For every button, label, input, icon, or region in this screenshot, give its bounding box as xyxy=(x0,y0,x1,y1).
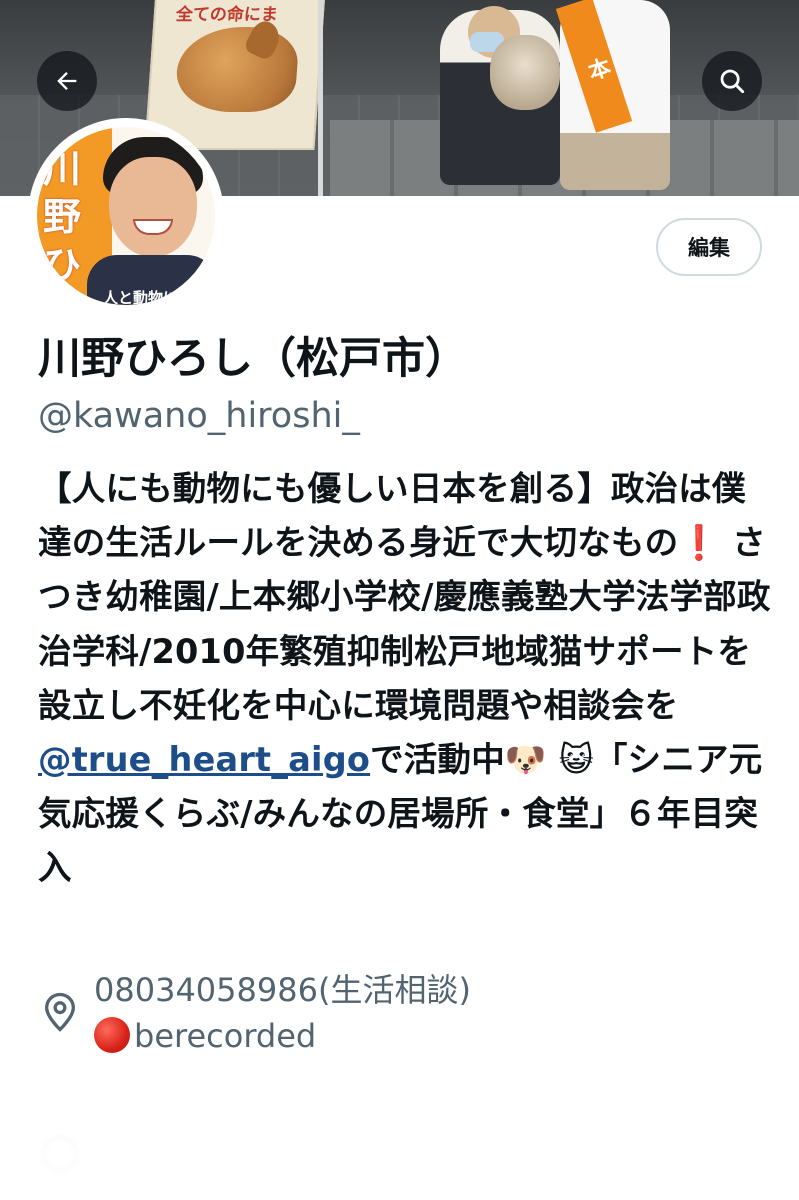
avatar[interactable]: 川野ひ 人と動物に xyxy=(28,118,224,314)
profile-bio: 【人にも動物にも優しい日本を創る】政治は僕達の生活ルールを決める身近で大切なもの… xyxy=(38,462,773,896)
avatar-image: 川野ひ 人と動物に xyxy=(37,127,215,305)
bio-text-3: で活動中 xyxy=(370,740,505,780)
avatar-caption: 人と動物に xyxy=(103,289,179,305)
search-icon xyxy=(720,69,745,94)
banner-poster: 全ての命にま xyxy=(144,0,326,150)
dog-face-icon: 🐶 xyxy=(504,740,547,780)
location-line-2-text: berecorded xyxy=(134,1017,317,1055)
avatar-kanji: 川野ひ xyxy=(43,147,82,287)
search-button[interactable] xyxy=(702,51,762,111)
bio-text-1: 【人にも動物にも優しい日本を創る】政治は僕達の生活ルールを決める身近で大切なもの xyxy=(38,469,746,563)
edit-profile-button[interactable]: 編集 xyxy=(656,218,762,276)
exclamation-icon: ❗ xyxy=(678,523,721,563)
location-pin-icon xyxy=(44,992,76,1032)
banner-dog xyxy=(490,35,560,110)
arrow-left-icon xyxy=(57,72,77,90)
poster-dog xyxy=(174,27,301,112)
profile-handle: @kawano_hiroshi_ xyxy=(38,396,360,436)
banner-pole xyxy=(318,0,323,196)
location-line-2: berecorded xyxy=(94,1014,316,1058)
red-circle-icon xyxy=(94,1017,130,1053)
avatar-face xyxy=(109,157,197,257)
location-line-1: 08034058986(生活相談) xyxy=(94,971,471,1009)
cat-face-icon: 😺 xyxy=(558,740,594,780)
profile-name: 川野ひろし（松戸市） xyxy=(38,334,468,384)
mention-link[interactable]: @true_heart_aigo xyxy=(38,740,370,779)
bottom-fade xyxy=(0,1070,799,1200)
back-button[interactable] xyxy=(37,51,97,111)
